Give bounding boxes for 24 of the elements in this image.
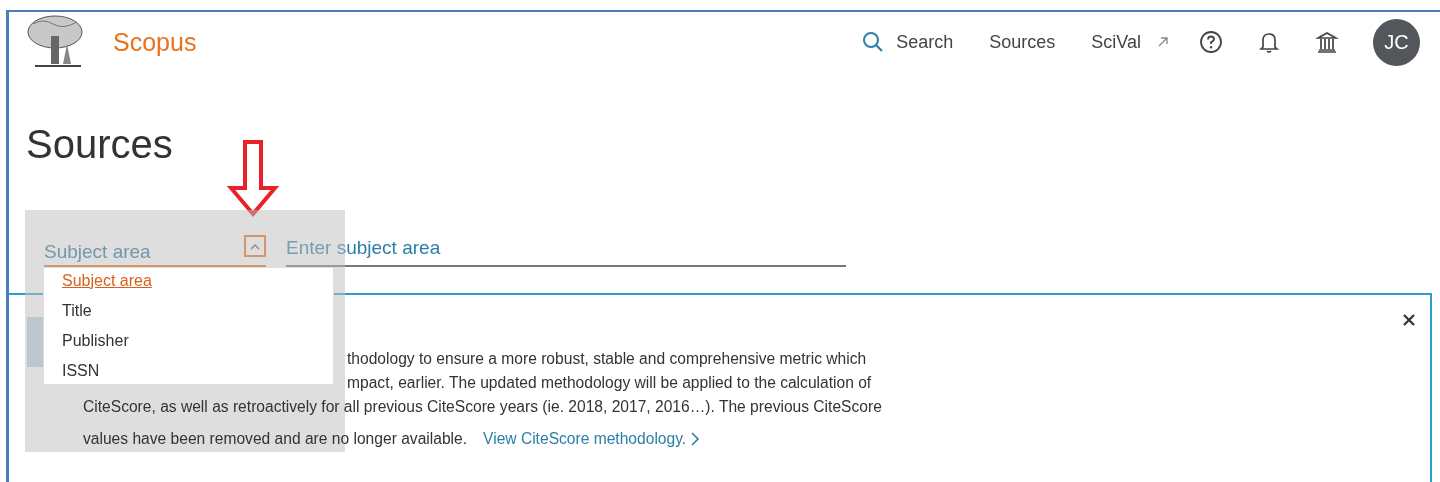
caret-icon — [250, 242, 260, 250]
institution-icon[interactable] — [1315, 30, 1339, 54]
notice-text: CiteScore, as well as retroactively for all previous CiteScore years (ie. 2018, 2017, 2016…). The previous CiteScore — [83, 398, 883, 416]
nav-link[interactable]: Search — [862, 31, 954, 53]
chevron-icon — [691, 432, 701, 446]
notice-text: mpact, earlier. The updated methodology will be applied to the calculation of — [347, 374, 873, 392]
methodology-link[interactable]: View CiteScore methodology. — [483, 430, 701, 448]
dropdown-option[interactable]: Publisher — [44, 332, 333, 350]
nav-link[interactable]: Sources — [989, 31, 1056, 53]
dropdown-option[interactable]: ISSN — [44, 362, 333, 380]
notice-text: values have been removed and are no longer available. — [83, 430, 468, 448]
dropdown-option[interactable]: Title — [44, 302, 333, 320]
dropdown-option[interactable]: Subject area — [44, 272, 333, 290]
search-icon — [862, 31, 885, 53]
down-arrow-icon — [227, 140, 279, 218]
external-link-icon — [1157, 36, 1169, 48]
nav-link[interactable]: SciVal — [1091, 31, 1169, 53]
subject-area-field[interactable]: Enter subject area — [286, 237, 846, 267]
notice-text: thodology to ensure a more robust, stable and comprehensive metric which — [347, 350, 868, 368]
user-avatar[interactable]: JC — [1373, 18, 1420, 66]
close-icon[interactable] — [1402, 313, 1416, 327]
bell-icon[interactable] — [1257, 30, 1281, 54]
help-icon[interactable] — [1199, 30, 1223, 54]
page-title: Sources — [26, 122, 174, 167]
